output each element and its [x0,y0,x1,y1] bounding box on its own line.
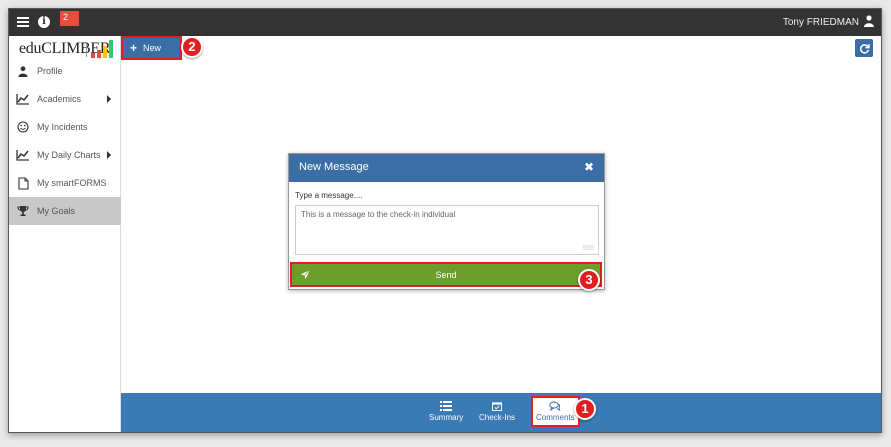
tab-check-ins[interactable]: Check-Ins [479,401,515,422]
comments-icon [549,401,561,411]
list-icon [440,401,453,411]
sidebar: eduCLIMBER Profile Academics My Incident… [9,36,121,432]
smiley-icon [16,120,30,134]
caret-right-icon [107,151,111,159]
top-bar: i 2 Tony FRIEDMAN [9,9,881,36]
paper-plane-icon [300,269,311,280]
sidebar-item-my-incidents[interactable]: My Incidents [9,113,121,141]
caret-right-icon [107,95,111,103]
calendar-check-icon [492,402,502,411]
trophy-icon [16,204,30,218]
sidebar-item-label: Profile [37,66,63,76]
tab-summary[interactable]: Summary [429,401,463,422]
tab-label: Summary [429,413,464,422]
tab-label: Check-Ins [479,413,516,422]
logo-divider [86,42,87,57]
document-icon [16,176,30,190]
sidebar-nav: Profile Academics My Incidents My Daily … [9,57,121,225]
plus-icon: + [130,41,138,55]
chart-line-icon [16,92,30,106]
sidebar-item-academics[interactable]: Academics [9,85,121,113]
logo-bars-icon [91,40,117,58]
hamburger-menu-icon[interactable] [17,15,29,29]
sidebar-item-label: Academics [37,94,82,104]
new-message-dialog: New Message ✖ Type a message.... This is… [288,153,605,291]
sidebar-item-label: My smartFORMS [37,178,107,188]
tab-comments[interactable]: Comments [531,396,580,427]
sidebar-item-my-smartforms[interactable]: My smartFORMS [9,169,121,197]
tab-label: Comments [536,413,575,422]
dialog-header: New Message ✖ [289,154,604,182]
info-icon[interactable]: i [38,16,50,28]
callout-1: 1 [574,398,596,420]
message-field-label: Type a message.... [295,191,363,200]
callout-3: 3 [578,269,600,291]
app-window: i 2 Tony FRIEDMAN eduCLIMBER Profile Aca… [8,8,882,433]
new-button-label: New [143,43,162,53]
sidebar-item-label: My Daily Charts [37,150,101,160]
send-button-label: Send [435,269,457,280]
notification-badge[interactable]: 2 [60,11,79,26]
user-icon [16,64,30,78]
char-count: 956 [582,245,594,252]
callout-2: 2 [181,36,203,58]
close-icon[interactable]: ✖ [584,160,594,174]
sidebar-item-label: My Incidents [37,122,88,132]
sidebar-item-profile[interactable]: Profile [9,57,121,85]
send-button[interactable]: Send [290,262,602,287]
sidebar-item-my-goals[interactable]: My Goals [9,197,121,225]
new-button[interactable]: + New [121,36,182,60]
refresh-icon [859,43,870,54]
dialog-title: New Message [299,161,369,173]
refresh-button[interactable] [855,39,873,57]
footer-tab-bar: Summary Check-Ins Comments [121,393,881,432]
message-textarea[interactable]: This is a message to the check-in indivi… [295,205,599,255]
sidebar-item-my-daily-charts[interactable]: My Daily Charts [9,141,121,169]
user-name[interactable]: Tony FRIEDMAN [783,17,859,28]
user-icon[interactable] [864,15,874,27]
sidebar-item-label: My Goals [37,206,76,216]
chart-line-icon [16,148,30,162]
